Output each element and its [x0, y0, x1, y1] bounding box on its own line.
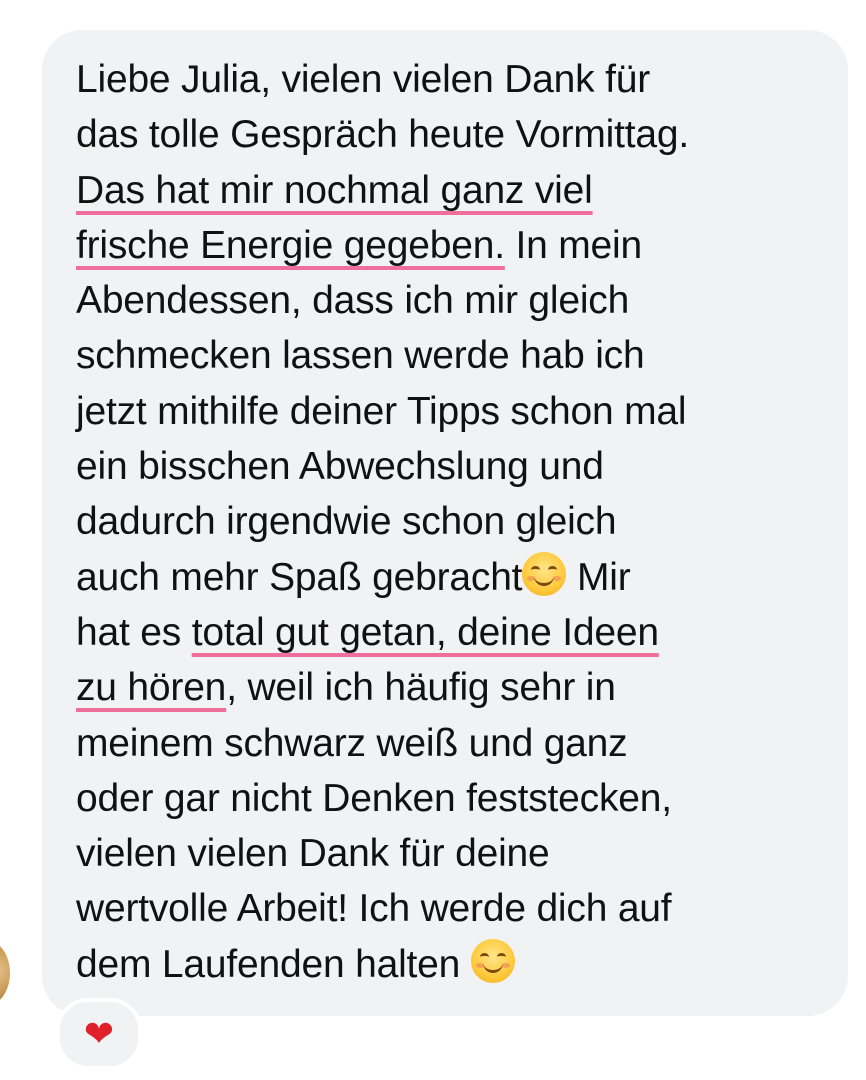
message-line-text: schmecken lassen werde hab ich [76, 334, 645, 378]
message-line: Abendessen, dass ich mir gleich [76, 273, 836, 328]
highlighted-text: total gut getan, deine Ideen [191, 610, 659, 654]
message-line-text: jetzt mithilfe deiner Tipps schon mal [76, 389, 687, 433]
message-line: meinem schwarz weiß und ganz [76, 716, 836, 771]
message-line: Liebe Julia, vielen vielen Dank für [76, 52, 836, 107]
message-line-text: Liebe Julia, vielen vielen Dank für [76, 58, 651, 101]
message-line-text: dem Laufenden halten [76, 942, 471, 986]
message-line-text: meinem schwarz weiß und ganz [76, 721, 628, 765]
message-text: Liebe Julia, vielen vielen Dank für das … [76, 52, 836, 992]
sender-avatar[interactable] [0, 940, 10, 1006]
message-line: ein bisschen Abwechslung und [76, 439, 836, 494]
message-line: hat es total gut getan, deine Ideen [76, 605, 836, 660]
reaction-badge[interactable]: ❤ [56, 998, 142, 1070]
chat-screen: Liebe Julia, vielen vielen Dank für das … [0, 0, 866, 1080]
message-line-text: wertvolle Arbeit! Ich werde dich auf [76, 887, 672, 931]
message-line: zu hören, weil ich häufig sehr in [76, 660, 836, 715]
message-line-text: , weil ich häufig sehr in [226, 666, 616, 710]
message-line-text: das tolle Gespräch heute Vormittag. [76, 113, 690, 157]
message-line: Das hat mir nochmal ganz viel [76, 163, 836, 218]
highlighted-text: Das hat mir nochmal ganz viel [76, 168, 593, 212]
message-line-text: oder gar nicht Denken feststecken, [76, 776, 672, 820]
message-line-text: Abendessen, dass ich mir gleich [76, 279, 630, 323]
message-line: oder gar nicht Denken feststecken, [76, 771, 836, 826]
message-line: dadurch irgendwie schon gleich [76, 494, 836, 549]
message-line-text: Mir [566, 555, 631, 599]
message-line: das tolle Gespräch heute Vormittag. [76, 107, 836, 162]
message-line-text: vielen vielen Dank für deine [76, 832, 550, 876]
highlighted-text: frische Energie gegeben. [76, 223, 505, 267]
message-line: dem Laufenden halten [76, 937, 836, 992]
message-line-text: In mein [504, 223, 642, 267]
message-line-text: ein bisschen Abwechslung und [76, 445, 604, 489]
smiling-face-icon [522, 551, 567, 596]
smiling-face-icon [470, 938, 515, 983]
message-line-text: dadurch irgendwie schon gleich [76, 500, 617, 544]
message-line-text: hat es [76, 610, 192, 654]
message-line: auch mehr Spaß gebracht Mir [76, 550, 836, 605]
message-line: wertvolle Arbeit! Ich werde dich auf [76, 881, 836, 936]
heart-icon: ❤ [83, 1013, 115, 1054]
message-line: jetzt mithilfe deiner Tipps schon mal [76, 384, 836, 439]
message-line: frische Energie gegeben. In mein [76, 218, 836, 273]
highlighted-text: zu hören [76, 666, 227, 710]
message-line-text: auch mehr Spaß gebracht [76, 555, 523, 599]
message-line: schmecken lassen werde hab ich [76, 328, 836, 383]
message-line: vielen vielen Dank für deine [76, 826, 836, 881]
